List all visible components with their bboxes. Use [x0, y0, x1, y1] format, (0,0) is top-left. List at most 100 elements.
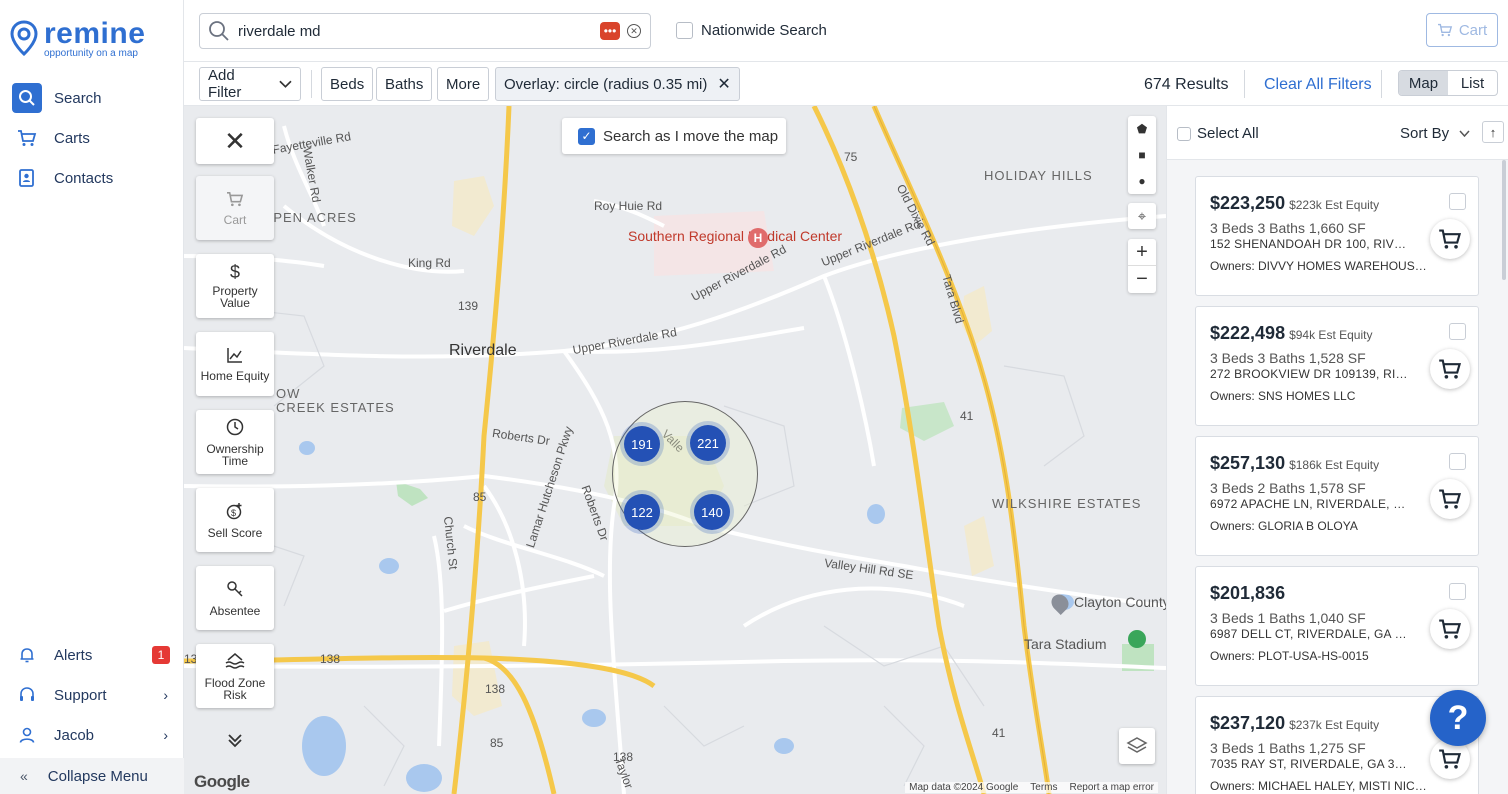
add-to-cart-button[interactable]: [1430, 349, 1470, 389]
zoom-in-button[interactable]: +: [1128, 239, 1156, 266]
sell-score-tool-button[interactable]: $ Sell Score: [196, 488, 274, 552]
tool-label: Home Equity: [200, 368, 270, 383]
listing-card[interactable]: $201,836 3 Beds 1 Baths 1,040 SF 6987 DELL…: [1195, 566, 1479, 686]
more-options-icon[interactable]: •••: [600, 22, 620, 40]
nationwide-search-toggle[interactable]: Nationwide Search: [676, 22, 827, 39]
layers-icon[interactable]: [1119, 728, 1155, 764]
collapse-menu-button[interactable]: « Collapse Menu: [0, 758, 184, 794]
cart-button[interactable]: Cart: [1426, 13, 1498, 47]
stadium-marker-icon[interactable]: [1128, 630, 1146, 648]
close-tools-button[interactable]: ✕: [196, 118, 274, 164]
map-label-route-139: 139: [458, 299, 479, 313]
beds-filter-button[interactable]: Beds: [321, 67, 374, 101]
sort-by-dropdown[interactable]: Sort By: [1400, 125, 1470, 142]
property-value-tool-button[interactable]: $ Property Value: [196, 254, 274, 318]
nav-item-alerts[interactable]: Alerts 1: [0, 635, 184, 675]
map-label-route-138d: 138: [613, 750, 634, 764]
help-button[interactable]: ?: [1430, 690, 1486, 746]
tool-label: Cart: [223, 212, 247, 227]
more-filter-button[interactable]: More: [437, 67, 490, 101]
cart-icon: [226, 191, 244, 210]
map-cluster-marker[interactable]: 122: [620, 490, 664, 534]
overlay-filter-chip[interactable]: Overlay: circle (radius 0.35 mi) ✕: [495, 67, 740, 101]
clear-search-icon[interactable]: ✕: [627, 24, 641, 38]
listing-equity: $186k Est Equity: [1289, 458, 1380, 472]
map-cluster-marker[interactable]: 140: [690, 490, 734, 534]
add-filter-dropdown[interactable]: Add Filter: [199, 67, 301, 101]
remove-overlay-icon[interactable]: ✕: [717, 74, 730, 94]
map-canvas[interactable]: ASPEN ACRES HOLIDAY HILLS WILKSHIRE ESTA…: [184, 106, 1166, 794]
search-as-i-move-toggle[interactable]: ✓ Search as I move the map: [562, 118, 786, 154]
home-equity-tool-button[interactable]: Home Equity: [196, 332, 274, 396]
cart-button-label: Cart: [1458, 21, 1488, 39]
locate-me-icon[interactable]: ⌖: [1128, 203, 1156, 229]
double-chevron-down-icon: [227, 732, 243, 750]
map-cluster-marker[interactable]: 191: [620, 422, 664, 466]
nav-item-contacts[interactable]: Contacts: [0, 158, 184, 198]
add-to-cart-button[interactable]: [1430, 609, 1470, 649]
search-input[interactable]: [238, 22, 578, 40]
results-scrollbar[interactable]: [1502, 160, 1506, 280]
more-tools-button[interactable]: [215, 722, 255, 760]
cart-tool-button[interactable]: Cart: [196, 176, 274, 240]
polygon-draw-icon[interactable]: ⬟: [1128, 116, 1156, 142]
add-to-cart-button[interactable]: [1430, 219, 1470, 259]
hospital-marker-icon[interactable]: H: [748, 228, 768, 248]
list-view-button[interactable]: List: [1448, 71, 1497, 95]
report-map-error-link[interactable]: Report a map error: [1070, 782, 1154, 793]
map-label-riverdale: Riverdale: [449, 342, 517, 359]
nav-item-search[interactable]: Search: [0, 78, 184, 118]
listing-owners: Owners: PLOT-USA-HS-0015: [1210, 649, 1369, 663]
select-all-toggle[interactable]: Select All: [1177, 125, 1259, 142]
map-pin-logo-icon: [10, 20, 38, 57]
baths-filter-button[interactable]: Baths: [376, 67, 433, 101]
results-count: 674 Results: [1144, 76, 1229, 93]
sell-score-icon: $: [226, 502, 244, 523]
search-as-move-checkbox[interactable]: ✓: [578, 127, 595, 145]
nav-item-user[interactable]: Jacob ›: [0, 715, 184, 755]
absentee-tool-button[interactable]: Absentee: [196, 566, 274, 630]
add-to-cart-button[interactable]: [1430, 479, 1470, 519]
more-label: More: [446, 75, 481, 93]
zoom-controls: + −: [1128, 239, 1156, 293]
ownership-time-tool-button[interactable]: Ownership Time: [196, 410, 274, 474]
tool-label: Property Value: [212, 284, 258, 310]
clear-all-filters-link[interactable]: Clear All Filters: [1264, 76, 1372, 94]
select-all-checkbox[interactable]: [1177, 126, 1191, 141]
circle-draw-icon[interactable]: ●: [1128, 168, 1156, 194]
zoom-out-button[interactable]: −: [1128, 266, 1156, 293]
map-label-library: Clayton County Library System: [1074, 594, 1166, 610]
map-label-route-41: 41: [960, 409, 974, 423]
listing-card[interactable]: $223,250 $223k Est Equity 3 Beds 3 Baths 1…: [1195, 176, 1479, 296]
results-panel-header: Select All Sort By ↑: [1167, 106, 1508, 160]
cart-icon: [1437, 23, 1452, 37]
listing-address: 7035 RAY ST, RIVERDALE, GA 30...: [1210, 757, 1410, 771]
select-all-label: Select All: [1197, 125, 1259, 142]
cart-icon: [12, 123, 42, 153]
sidebar: remine opportunity on a map Search Carts: [0, 0, 184, 794]
flood-zone-tool-button[interactable]: Flood Zone Risk: [196, 644, 274, 708]
listing-card[interactable]: $222,498 $94k Est Equity 3 Beds 3 Baths 1,…: [1195, 306, 1479, 426]
listing-checkbox[interactable]: [1449, 453, 1466, 470]
sort-by-label: Sort By: [1400, 125, 1450, 142]
collapse-menu-label: Collapse Menu: [47, 767, 148, 785]
logo[interactable]: remine opportunity on a map: [10, 19, 145, 59]
nav-item-carts[interactable]: Carts: [0, 118, 184, 158]
listing-checkbox[interactable]: [1449, 193, 1466, 210]
map-cluster-marker[interactable]: 221: [686, 421, 730, 465]
map-view-button[interactable]: Map: [1399, 71, 1448, 95]
listing-card[interactable]: $257,130 $186k Est Equity 3 Beds 2 Baths 1…: [1195, 436, 1479, 556]
listing-address: 272 BROOKVIEW DR 109139, RIV...: [1210, 367, 1410, 381]
nationwide-checkbox[interactable]: [676, 22, 693, 39]
search-icon: [209, 21, 229, 41]
listing-price: $257,130: [1210, 453, 1286, 473]
divider: [1381, 70, 1382, 98]
nav-item-support[interactable]: Support ›: [0, 675, 184, 715]
map-terms-link[interactable]: Terms: [1030, 782, 1057, 793]
rectangle-draw-icon[interactable]: ■: [1128, 142, 1156, 168]
listing-checkbox[interactable]: [1449, 583, 1466, 600]
map-label-route-138c: 138: [485, 682, 506, 696]
sort-direction-button[interactable]: ↑: [1482, 121, 1504, 143]
listing-checkbox[interactable]: [1449, 323, 1466, 340]
chevron-down-icon: [279, 80, 292, 88]
